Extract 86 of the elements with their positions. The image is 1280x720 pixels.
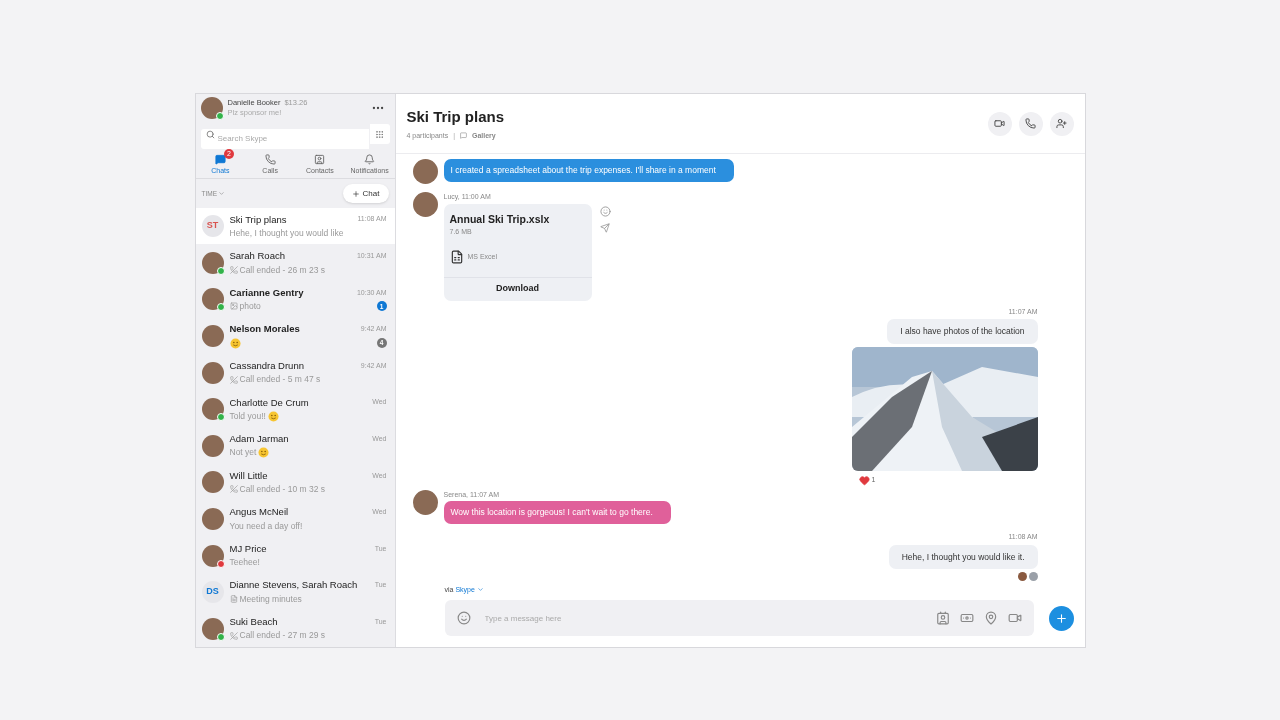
message-preview: You need a day off! — [229, 519, 303, 533]
initials-avatar: DS — [201, 581, 224, 604]
message-preview: Call ended - 10 m 32 s — [239, 483, 326, 496]
avatar — [201, 398, 224, 421]
add-people-button[interactable] — [1049, 111, 1074, 136]
phone-icon — [229, 485, 238, 494]
smiley-emoji-icon — [258, 447, 270, 459]
map-pin-icon[interactable] — [983, 611, 998, 625]
message-preview: Meeting minutes — [239, 592, 302, 606]
file-name: Annual Ski Trip.xslx — [449, 211, 551, 227]
avatar — [201, 544, 224, 567]
avatar — [201, 361, 224, 384]
image-icon — [229, 302, 238, 311]
message-preview: Told you!! — [229, 409, 266, 423]
plus-icon — [1054, 611, 1068, 625]
message-input-field[interactable]: Type a message here — [444, 600, 1034, 636]
avatar — [201, 617, 224, 640]
audio-call-button[interactable] — [1018, 111, 1043, 136]
contact-name: Adam Jarman — [229, 432, 289, 447]
message-preview: Call ended - 27 m 29 s — [239, 629, 326, 643]
chevron-down-icon[interactable] — [476, 586, 484, 594]
contact-name: Will Little — [229, 468, 268, 483]
contact-name: Ski Trip plans — [229, 212, 287, 227]
chevron-down-icon[interactable] — [218, 190, 226, 198]
phone-icon — [1025, 118, 1036, 129]
chat-icon — [214, 154, 226, 166]
contact-name: Angus McNeil — [229, 505, 289, 520]
contact-name: Suki Beach — [229, 615, 278, 630]
avatar — [412, 489, 438, 515]
contact-name: MJ Price — [229, 541, 267, 556]
phone-icon — [229, 265, 238, 274]
avatar — [201, 507, 224, 530]
message-bubble: Wow this location is gorgeous! I can't wait to go there. — [443, 501, 671, 524]
contact-name: Dianne Stevens, Sarah Roach — [229, 578, 358, 593]
send-icon[interactable] — [599, 222, 610, 233]
conversation-title: Ski Trip plans — [406, 107, 506, 127]
new-chat-button[interactable]: Chat — [342, 184, 389, 204]
search-field[interactable]: Search Skype — [200, 128, 369, 149]
heart-reaction-icon[interactable] — [858, 474, 870, 486]
smiley-emoji-icon — [229, 337, 241, 349]
contact-card-icon[interactable] — [935, 611, 950, 625]
message-preview: photo — [239, 300, 261, 313]
message-bubble: I created a spreadsheet about the trip expenses. I'll share in a moment — [443, 159, 734, 182]
gallery-icon — [459, 132, 467, 140]
smiley-icon[interactable] — [456, 611, 471, 625]
contact-name: Carianne Gentry — [229, 285, 304, 300]
avatar — [201, 471, 224, 494]
avatar — [200, 97, 223, 120]
avatar — [412, 192, 438, 217]
video-camera-icon — [994, 118, 1005, 129]
smiley-emoji-icon — [267, 410, 279, 422]
plus-icon — [351, 189, 360, 198]
contact-name: Cassandra Drunn — [229, 358, 304, 373]
contact-name: Sarah Roach — [229, 249, 285, 264]
message-bubble: Hehe, I thought you would like it. — [888, 544, 1038, 570]
search-icon — [205, 129, 215, 139]
spreadsheet-icon — [449, 249, 464, 264]
contact-icon — [314, 154, 326, 166]
document-icon — [229, 595, 238, 604]
avatar — [201, 251, 224, 274]
message-preview: Hehe, I thought you would like — [229, 226, 344, 240]
message-preview: Not yet — [229, 446, 257, 460]
message-preview: Call ended - 26 m 23 s — [239, 263, 326, 277]
add-person-icon — [1056, 118, 1067, 129]
message-bubble: I also have photos of the location — [887, 319, 1038, 344]
phone-icon — [229, 631, 238, 640]
phone-icon — [229, 375, 238, 384]
smiley-icon[interactable] — [599, 205, 611, 217]
avatar — [201, 434, 224, 457]
download-button[interactable]: Download — [443, 276, 592, 301]
banknote-icon[interactable] — [959, 611, 974, 625]
phone-icon — [264, 154, 276, 166]
message-preview: Call ended - 5 m 47 s — [239, 373, 321, 387]
add-button[interactable] — [1048, 605, 1074, 631]
video-call-button[interactable] — [987, 111, 1012, 136]
dial-pad-button[interactable] — [369, 124, 390, 145]
bell-icon — [364, 154, 376, 166]
initials-avatar: ST — [201, 215, 224, 238]
message-preview: Teehee! — [229, 556, 260, 569]
contact-name: Nelson Morales — [229, 322, 300, 337]
contact-name: Charlotte De Crum — [229, 395, 309, 410]
video-message-icon[interactable] — [1007, 611, 1022, 625]
avatar — [201, 324, 224, 347]
avatar — [201, 288, 224, 311]
avatar — [412, 159, 438, 184]
dial-pad-icon — [375, 129, 384, 139]
